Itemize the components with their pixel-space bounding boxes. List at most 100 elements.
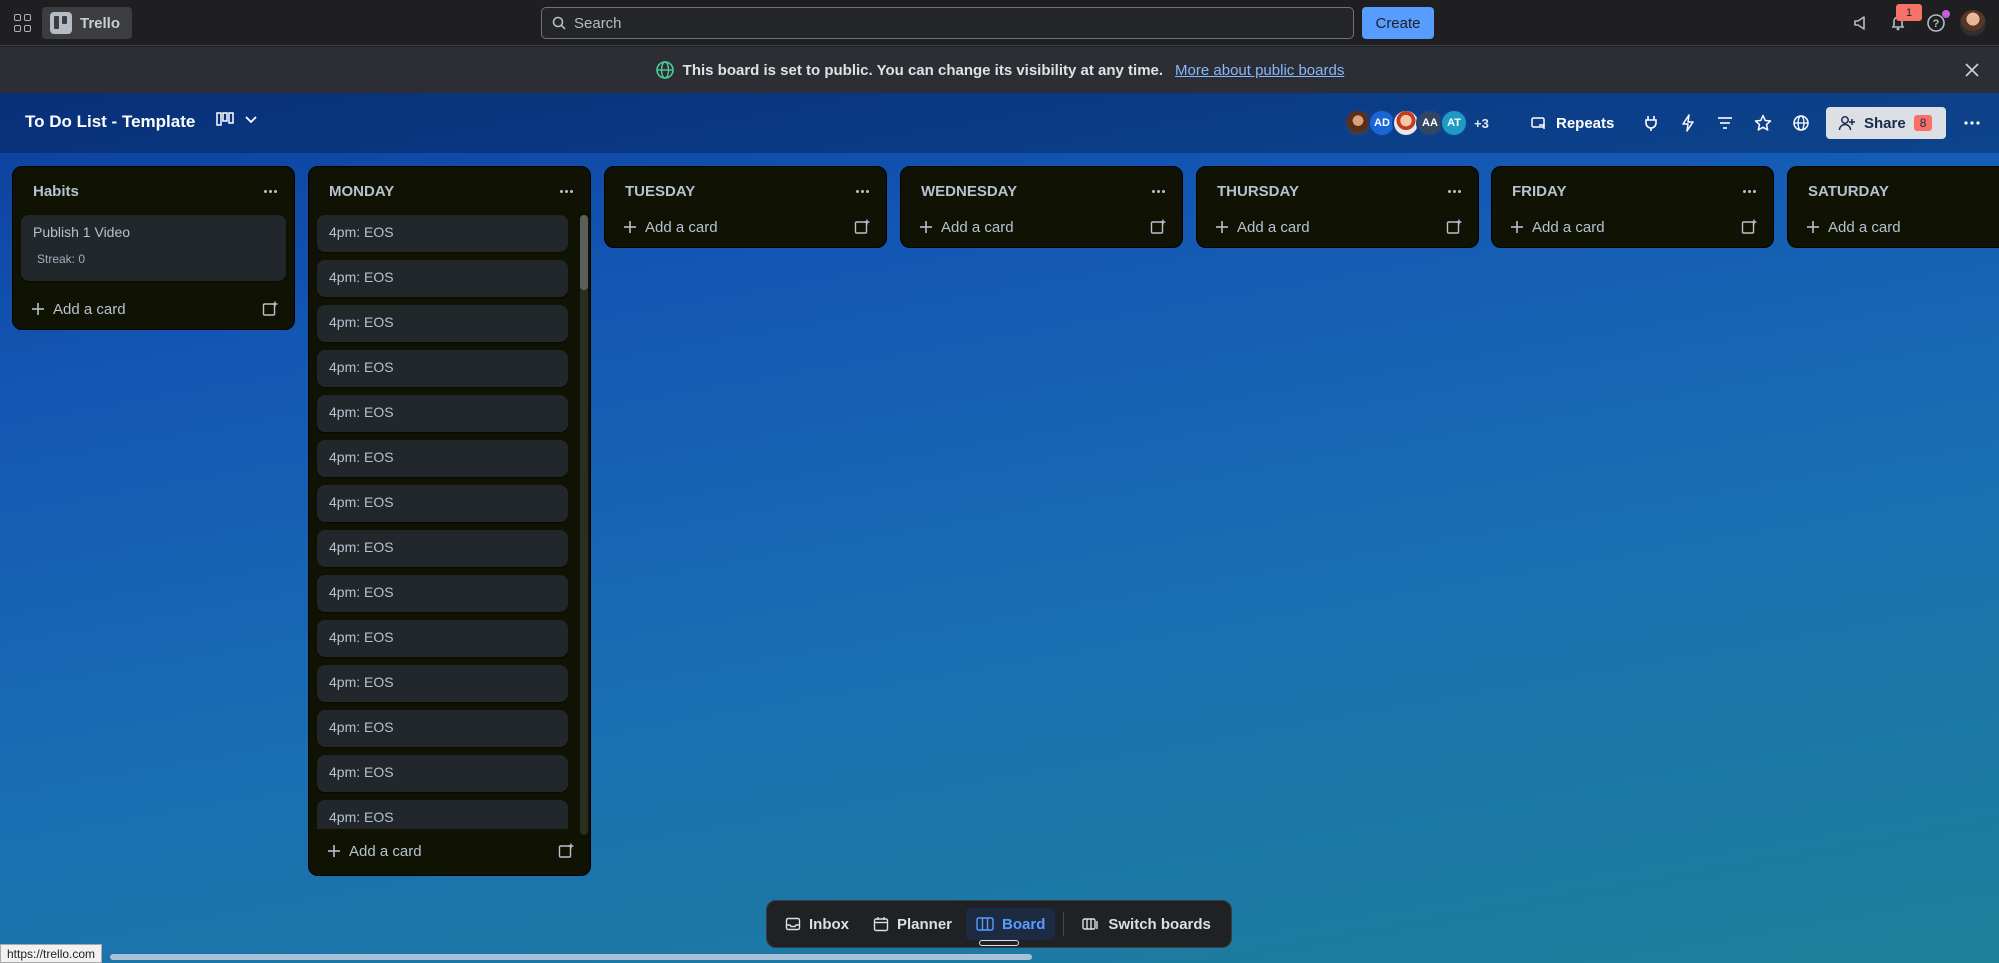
list-title[interactable]: FRIDAY (1512, 183, 1566, 200)
notification-badge: 1 (1896, 4, 1922, 21)
close-icon[interactable] (1962, 60, 1982, 80)
create-from-template-icon[interactable] (1446, 219, 1462, 235)
plus-icon (920, 221, 932, 233)
repeats-button[interactable]: Repeats (1530, 110, 1614, 136)
card[interactable]: 4pm: EOS (317, 260, 568, 297)
board-horizontal-scrollbar[interactable] (110, 954, 1032, 960)
app-switcher-icon[interactable] (14, 14, 32, 32)
list-monday: MONDAY 4pm: EOS 4pm: EOS 4pm: EOS 4pm: E… (308, 166, 591, 876)
add-card-button[interactable]: Add a card (1492, 207, 1773, 247)
search-box[interactable] (541, 7, 1354, 39)
search-input[interactable] (574, 14, 1334, 32)
add-card-label: Add a card (645, 218, 718, 236)
banner-link[interactable]: More about public boards (1175, 62, 1344, 79)
dock-inbox-button[interactable]: Inbox (775, 908, 859, 940)
more-menu-icon[interactable] (1961, 112, 1983, 134)
plus-icon (1216, 221, 1228, 233)
dock-switch-boards-button[interactable]: Switch boards (1072, 908, 1221, 940)
create-from-template-icon[interactable] (1150, 219, 1166, 235)
trello-logo[interactable]: Trello (42, 7, 132, 39)
member-avatar[interactable]: AT (1440, 109, 1468, 137)
list-menu-icon[interactable] (1148, 181, 1168, 201)
card[interactable]: Publish 1 Video Streak: 0 (21, 215, 286, 281)
add-card-button[interactable]: Add a card (605, 207, 886, 247)
card[interactable]: 4pm: EOS (317, 665, 568, 702)
status-bar-url: https://trello.com (0, 944, 103, 963)
share-label: Share (1864, 114, 1906, 132)
card[interactable]: 4pm: EOS (317, 350, 568, 387)
card[interactable]: 4pm: EOS (317, 485, 568, 522)
add-card-label: Add a card (1237, 218, 1310, 236)
add-person-icon (1838, 116, 1855, 131)
board-view-icon (216, 112, 234, 126)
create-from-template-icon[interactable] (854, 219, 870, 235)
card-subtext: Streak: 0 (37, 252, 86, 266)
add-card-button[interactable]: Add a card (1788, 207, 1999, 247)
create-button[interactable]: Create (1362, 7, 1434, 39)
create-from-template-icon[interactable] (558, 843, 574, 859)
card[interactable]: 4pm: EOS (317, 395, 568, 432)
svg-text:?: ? (1933, 18, 1940, 30)
list-title[interactable]: MONDAY (329, 183, 394, 200)
share-button[interactable]: Share 8 (1826, 107, 1946, 139)
card[interactable]: 4pm: EOS (317, 305, 568, 342)
list-habits: Habits Publish 1 Video Streak: 0 Add a c… (12, 166, 295, 330)
add-card-button[interactable]: Add a card (309, 829, 590, 873)
plus-icon (1807, 221, 1819, 233)
star-icon[interactable] (1752, 112, 1774, 134)
top-nav: Trello Create 1 ? (0, 0, 1999, 46)
power-ups-icon[interactable] (1640, 112, 1662, 134)
user-avatar[interactable] (1960, 10, 1986, 36)
create-from-template-icon[interactable] (1741, 219, 1757, 235)
card[interactable]: 4pm: EOS (317, 215, 568, 252)
calendar-icon (873, 917, 889, 932)
list-title[interactable]: SATURDAY (1808, 183, 1889, 200)
list-menu-icon[interactable] (1444, 181, 1464, 201)
card[interactable]: 4pm: EOS (317, 440, 568, 477)
add-card-button[interactable]: Add a card (1197, 207, 1478, 247)
add-card-button[interactable]: Add a card (13, 289, 294, 329)
list-saturday: SATURDAY Add a card (1787, 166, 1999, 248)
list-thursday: THURSDAY Add a card (1196, 166, 1479, 248)
card-container: 4pm: EOS 4pm: EOS 4pm: EOS 4pm: EOS 4pm:… (309, 215, 576, 829)
card[interactable]: 4pm: EOS (317, 710, 568, 747)
board-title[interactable]: To Do List - Template (25, 112, 195, 132)
list-scrollbar-thumb[interactable] (580, 215, 588, 290)
board-header: To Do List - Template AD AA AT +3 Repeat… (0, 93, 1999, 153)
dock-board-button[interactable]: Board (966, 908, 1056, 940)
list-title[interactable]: TUESDAY (625, 183, 695, 200)
list-title[interactable]: Habits (33, 183, 79, 200)
repeat-card-icon (1531, 117, 1545, 129)
list-menu-icon[interactable] (556, 181, 576, 201)
dock-active-indicator (979, 940, 1019, 946)
list-menu-icon[interactable] (1739, 181, 1759, 201)
card[interactable]: 4pm: EOS (317, 620, 568, 657)
list-title[interactable]: WEDNESDAY (921, 183, 1017, 200)
add-card-label: Add a card (53, 300, 126, 318)
add-card-button[interactable]: Add a card (901, 207, 1182, 247)
dock-board-label: Board (1002, 915, 1046, 933)
megaphone-icon[interactable] (1849, 11, 1873, 35)
list-menu-icon[interactable] (852, 181, 872, 201)
list-scrollbar[interactable] (580, 215, 588, 835)
card[interactable]: 4pm: EOS (317, 530, 568, 567)
dock-planner-label: Planner (897, 915, 953, 933)
board-icon (976, 917, 994, 931)
board-members[interactable]: AD AA AT +3 (1344, 109, 1489, 137)
dock-divider (1063, 912, 1065, 936)
create-from-template-icon[interactable] (262, 301, 278, 317)
list-menu-icon[interactable] (260, 181, 280, 201)
members-more[interactable]: +3 (1474, 116, 1489, 131)
visibility-globe-icon[interactable] (1790, 112, 1812, 134)
filter-icon[interactable] (1714, 112, 1736, 134)
dock-planner-button[interactable]: Planner (863, 908, 962, 940)
switch-boards-icon (1082, 918, 1099, 930)
list-title[interactable]: THURSDAY (1217, 183, 1299, 200)
automation-icon[interactable] (1677, 112, 1699, 134)
card[interactable]: 4pm: EOS (317, 800, 568, 829)
card[interactable]: 4pm: EOS (317, 575, 568, 612)
search-icon (552, 16, 566, 30)
logo-text: Trello (80, 14, 121, 32)
card[interactable]: 4pm: EOS (317, 755, 568, 792)
board-view-switcher[interactable] (216, 111, 258, 127)
